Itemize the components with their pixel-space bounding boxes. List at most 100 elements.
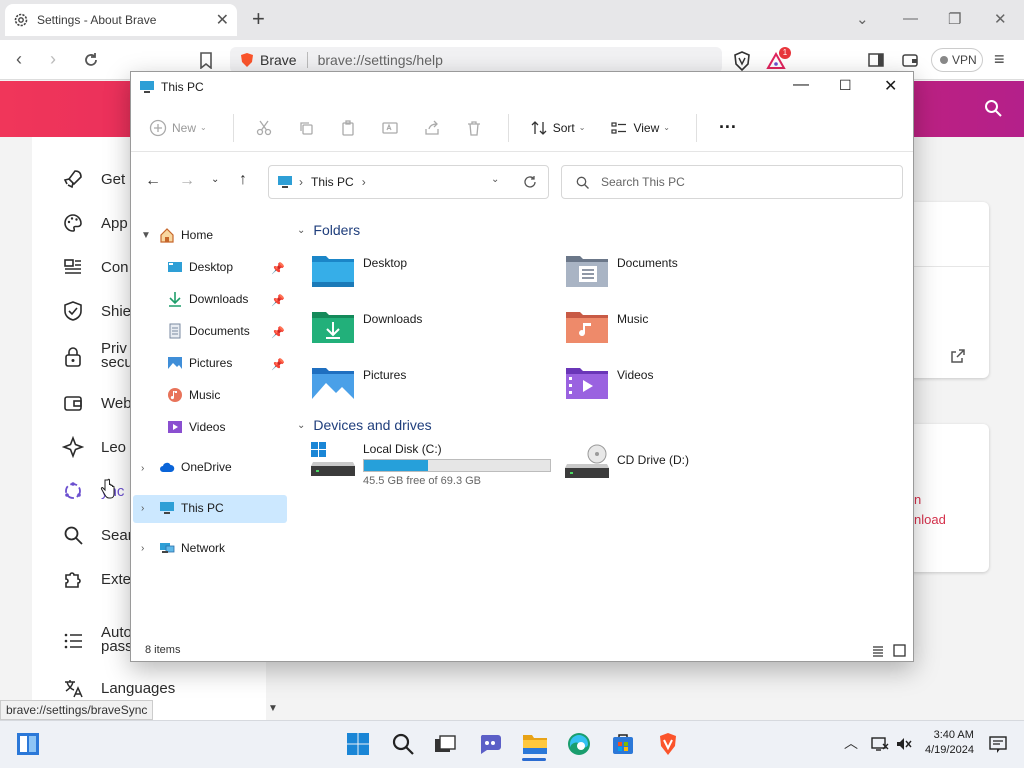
reload-icon[interactable]	[82, 51, 100, 69]
explorer-minimize-icon[interactable]: —	[793, 76, 809, 94]
sidebar-item-appearance[interactable]: App	[62, 212, 128, 234]
delete-icon[interactable]	[466, 120, 482, 136]
wallet-icon[interactable]	[902, 53, 918, 67]
brave-shields-icon[interactable]	[733, 51, 751, 71]
folder-tile-videos[interactable]: Videos	[565, 364, 653, 400]
system-clock[interactable]: 3:40 AM 4/19/2024	[925, 728, 974, 758]
chat-button[interactable]	[476, 730, 504, 758]
breadcrumb-this-pc[interactable]: This PC	[311, 175, 354, 189]
refresh-icon[interactable]	[523, 175, 537, 189]
copy-icon[interactable]	[298, 120, 314, 136]
drive-tile-c[interactable]: Local Disk (C:) 45.5 GB free of 69.3 GB	[311, 442, 551, 487]
scroll-down-arrow-icon[interactable]: ▼	[268, 703, 278, 714]
tile-label: Pictures	[363, 368, 407, 382]
nav-item-videos[interactable]: Videos	[167, 414, 225, 440]
network-status-icon[interactable]	[871, 736, 889, 752]
drive-tile-d[interactable]: CD Drive (D:)	[565, 444, 689, 480]
file-explorer-taskbar-button[interactable]	[521, 730, 549, 758]
show-hidden-icons-chevron-icon[interactable]: ︿	[844, 733, 858, 753]
taskbar-search-button[interactable]	[389, 730, 417, 758]
volume-muted-icon[interactable]	[896, 737, 912, 751]
rename-icon[interactable]	[382, 120, 398, 136]
cut-icon[interactable]	[256, 120, 272, 136]
vpn-button[interactable]: VPN	[931, 48, 983, 72]
sidebar-item-extensions[interactable]: Exte	[62, 568, 131, 590]
folder-tile-documents[interactable]: Documents	[565, 252, 678, 288]
large-icons-view-icon[interactable]	[893, 644, 906, 657]
nav-item-documents[interactable]: Documents	[167, 318, 250, 344]
sidebar-item-get-started[interactable]: Get	[62, 168, 125, 190]
pin-icon[interactable]: 📌	[271, 262, 285, 275]
share-icon[interactable]	[424, 120, 440, 136]
new-button[interactable]: New ⌄	[149, 119, 207, 137]
folder-tile-music[interactable]: Music	[565, 308, 648, 344]
restore-icon[interactable]: ❐	[948, 10, 961, 28]
breadcrumb-separator-icon[interactable]: ›	[362, 175, 366, 189]
notifications-icon[interactable]	[989, 736, 1007, 754]
expand-chevron-icon[interactable]: ›	[141, 463, 144, 474]
sidebar-item-search[interactable]: Sear	[62, 524, 133, 546]
hamburger-menu-icon[interactable]: ≡	[994, 49, 1005, 70]
paste-icon[interactable]	[340, 119, 356, 136]
sidebar-item-leo[interactable]: Leo	[62, 436, 126, 458]
bookmark-icon[interactable]	[199, 52, 213, 69]
details-view-icon[interactable]	[872, 645, 884, 657]
back-icon[interactable]: ‹	[16, 50, 22, 68]
view-button[interactable]: View ⌄	[611, 120, 670, 136]
nav-item-pictures[interactable]: Pictures	[167, 350, 232, 376]
sidebar-item-privacy[interactable]: Priv secu	[62, 341, 133, 370]
explorer-close-icon[interactable]: ✕	[884, 76, 897, 96]
folder-tile-desktop[interactable]: Desktop	[311, 252, 407, 288]
nav-item-music[interactable]: Music	[167, 382, 220, 408]
back-arrow-icon[interactable]: ←	[145, 172, 161, 190]
sidebar-item-autofill[interactable]: Auto pass	[62, 625, 133, 654]
pin-icon[interactable]: 📌	[271, 358, 285, 371]
browser-tab-settings[interactable]: Settings - About Brave ✕	[5, 4, 237, 36]
tab-search-chevron-icon[interactable]: ⌄	[856, 10, 869, 28]
more-options-button[interactable]: ···	[719, 117, 737, 138]
search-input[interactable]: Search This PC	[561, 165, 903, 199]
folder-tile-pictures[interactable]: Pictures	[311, 364, 406, 400]
up-arrow-icon[interactable]: ↑	[239, 171, 247, 189]
nav-item-network[interactable]: Network	[159, 535, 225, 561]
sidebar-item-content[interactable]: Con	[62, 256, 129, 278]
edge-button[interactable]	[565, 730, 593, 758]
address-bar[interactable]: › This PC › ⌄	[268, 165, 549, 199]
tab-close-icon[interactable]: ✕	[216, 10, 229, 30]
sidebar-toggle-icon[interactable]	[868, 53, 884, 67]
pin-icon[interactable]: 📌	[271, 294, 285, 307]
expand-chevron-icon[interactable]: ▼	[141, 230, 151, 241]
sidebar-item-shields[interactable]: Shie	[62, 300, 131, 322]
recent-locations-chevron-icon[interactable]: ⌄	[211, 174, 219, 185]
forward-arrow-icon[interactable]: →	[179, 172, 195, 190]
url-bar[interactable]: Brave brave://settings/help	[230, 47, 722, 73]
new-tab-button[interactable]: +	[252, 8, 265, 30]
minimize-icon[interactable]: —	[903, 10, 918, 27]
pin-icon[interactable]: 📌	[271, 326, 285, 339]
sidebar-item-languages[interactable]: Languages	[62, 677, 175, 699]
task-view-button[interactable]	[431, 730, 459, 758]
open-external-icon[interactable]	[950, 348, 966, 364]
explorer-maximize-icon[interactable]: ☐	[839, 77, 852, 94]
forward-icon[interactable]: ›	[50, 50, 56, 68]
nav-item-onedrive[interactable]: OneDrive	[159, 454, 232, 480]
tile-label: CD Drive (D:)	[617, 453, 689, 467]
settings-search-icon[interactable]	[984, 99, 1002, 117]
expand-chevron-icon[interactable]: ›	[141, 543, 144, 554]
expand-chevron-icon[interactable]: ›	[141, 503, 144, 514]
group-header-devices[interactable]: ⌄ Devices and drives	[297, 417, 432, 433]
address-history-chevron-icon[interactable]: ⌄	[491, 174, 499, 185]
folder-tile-downloads[interactable]: Downloads	[311, 308, 422, 344]
nav-item-home[interactable]: Home	[159, 222, 213, 248]
start-button[interactable]	[344, 730, 372, 758]
store-button[interactable]	[609, 730, 637, 758]
widgets-icon[interactable]	[16, 732, 40, 756]
close-window-icon[interactable]: ✕	[994, 10, 1007, 28]
nav-item-downloads[interactable]: Downloads	[167, 286, 248, 312]
group-header-folders[interactable]: ⌄ Folders	[297, 222, 360, 238]
nav-item-desktop[interactable]: Desktop	[167, 254, 233, 280]
sidebar-item-web3[interactable]: Web	[62, 392, 132, 414]
nav-item-this-pc[interactable]: This PC	[159, 495, 224, 521]
brave-taskbar-button[interactable]	[654, 730, 682, 758]
sort-button[interactable]: Sort ⌄	[531, 120, 585, 136]
